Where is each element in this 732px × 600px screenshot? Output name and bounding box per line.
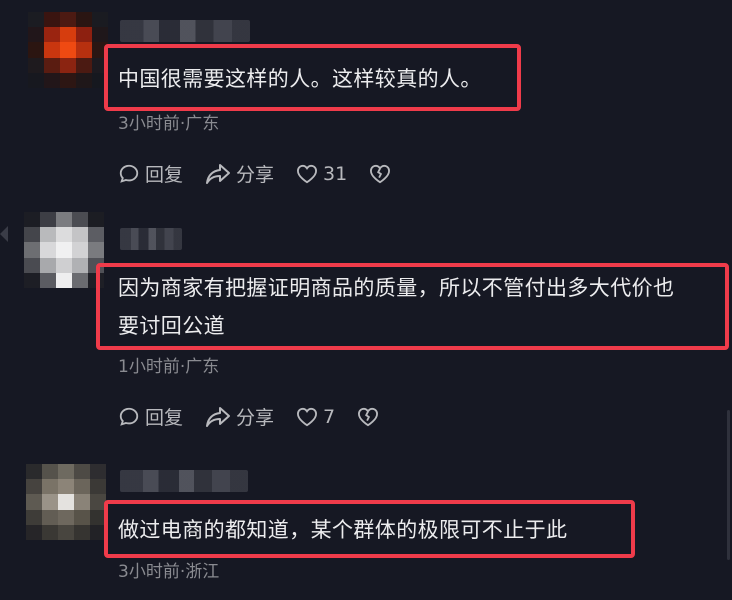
scrollbar[interactable]: [727, 410, 730, 560]
comment-meta: 3小时前·浙江: [118, 562, 220, 582]
comment-text: 做过电商的都知道，某个群体的极限可不止于此: [118, 518, 568, 542]
comment-item: 做过电商的都知道，某个群体的极限可不止于此 3小时前·浙江: [0, 0, 720, 599]
username[interactable]: [120, 470, 248, 492]
avatar[interactable]: [26, 464, 106, 540]
